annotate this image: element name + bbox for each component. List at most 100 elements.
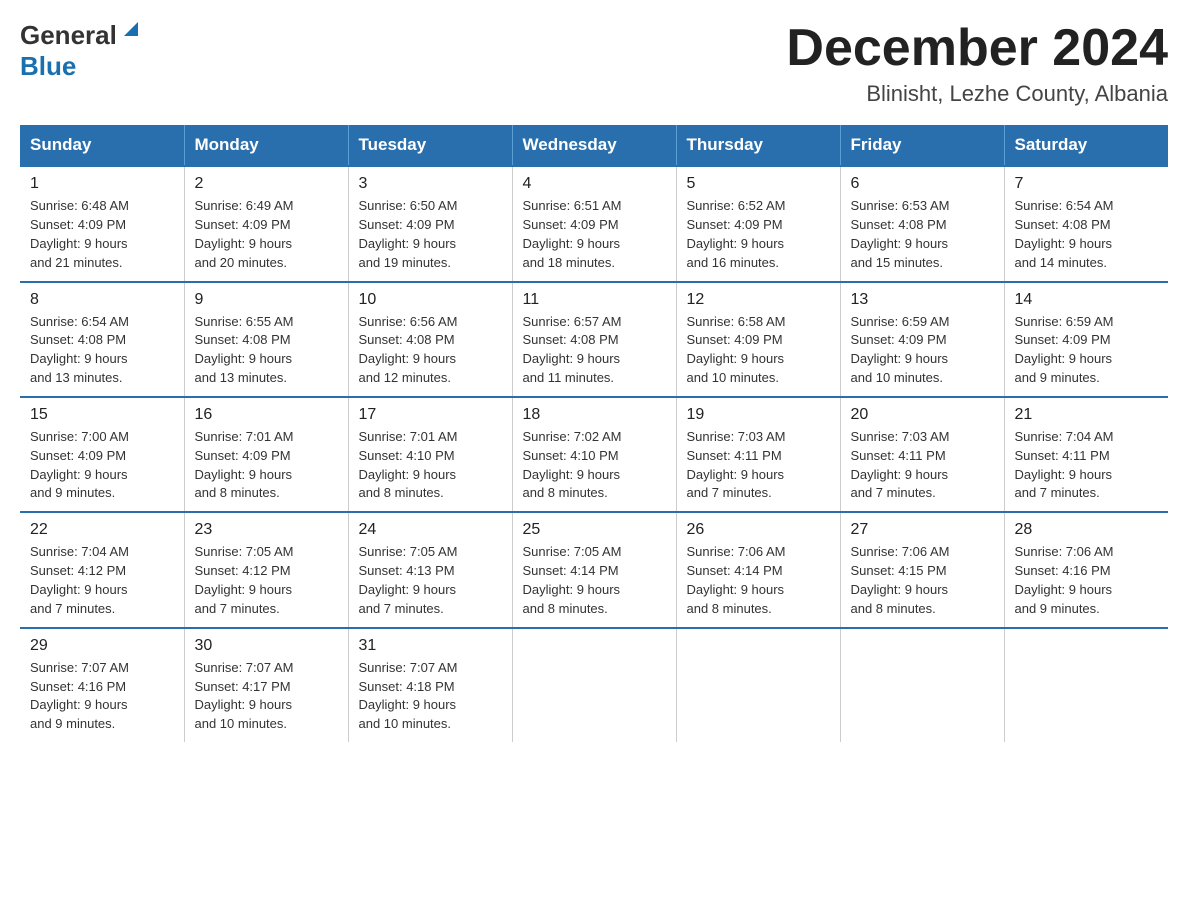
calendar-header-row: SundayMondayTuesdayWednesdayThursdayFrid…	[20, 125, 1168, 166]
calendar-week-row: 22 Sunrise: 7:04 AM Sunset: 4:12 PM Dayl…	[20, 512, 1168, 627]
day-number: 18	[523, 406, 666, 424]
day-number: 13	[851, 291, 994, 309]
table-row: 23 Sunrise: 7:05 AM Sunset: 4:12 PM Dayl…	[184, 512, 348, 627]
table-row: 25 Sunrise: 7:05 AM Sunset: 4:14 PM Dayl…	[512, 512, 676, 627]
table-row: 2 Sunrise: 6:49 AM Sunset: 4:09 PM Dayli…	[184, 166, 348, 281]
calendar-table: SundayMondayTuesdayWednesdayThursdayFrid…	[20, 125, 1168, 742]
day-info: Sunrise: 6:59 AM Sunset: 4:09 PM Dayligh…	[851, 313, 994, 388]
table-row: 11 Sunrise: 6:57 AM Sunset: 4:08 PM Dayl…	[512, 282, 676, 397]
table-row: 12 Sunrise: 6:58 AM Sunset: 4:09 PM Dayl…	[676, 282, 840, 397]
day-number: 14	[1015, 291, 1159, 309]
day-number: 25	[523, 521, 666, 539]
day-info: Sunrise: 7:04 AM Sunset: 4:11 PM Dayligh…	[1015, 428, 1159, 503]
day-number: 2	[195, 175, 338, 193]
table-row: 13 Sunrise: 6:59 AM Sunset: 4:09 PM Dayl…	[840, 282, 1004, 397]
table-row: 28 Sunrise: 7:06 AM Sunset: 4:16 PM Dayl…	[1004, 512, 1168, 627]
day-number: 16	[195, 406, 338, 424]
table-row: 6 Sunrise: 6:53 AM Sunset: 4:08 PM Dayli…	[840, 166, 1004, 281]
day-info: Sunrise: 7:06 AM Sunset: 4:15 PM Dayligh…	[851, 543, 994, 618]
day-number: 26	[687, 521, 830, 539]
table-row: 20 Sunrise: 7:03 AM Sunset: 4:11 PM Dayl…	[840, 397, 1004, 512]
day-number: 23	[195, 521, 338, 539]
day-info: Sunrise: 6:55 AM Sunset: 4:08 PM Dayligh…	[195, 313, 338, 388]
day-number: 10	[359, 291, 502, 309]
day-info: Sunrise: 6:51 AM Sunset: 4:09 PM Dayligh…	[523, 197, 666, 272]
table-row: 30 Sunrise: 7:07 AM Sunset: 4:17 PM Dayl…	[184, 628, 348, 742]
day-info: Sunrise: 7:05 AM Sunset: 4:13 PM Dayligh…	[359, 543, 502, 618]
table-row: 16 Sunrise: 7:01 AM Sunset: 4:09 PM Dayl…	[184, 397, 348, 512]
day-info: Sunrise: 7:04 AM Sunset: 4:12 PM Dayligh…	[30, 543, 174, 618]
calendar-week-row: 8 Sunrise: 6:54 AM Sunset: 4:08 PM Dayli…	[20, 282, 1168, 397]
day-info: Sunrise: 7:00 AM Sunset: 4:09 PM Dayligh…	[30, 428, 174, 503]
title-block: December 2024 Blinisht, Lezhe County, Al…	[786, 20, 1168, 107]
logo-arrow-icon	[120, 18, 142, 45]
table-row: 27 Sunrise: 7:06 AM Sunset: 4:15 PM Dayl…	[840, 512, 1004, 627]
table-row	[512, 628, 676, 742]
day-number: 11	[523, 291, 666, 309]
table-row: 21 Sunrise: 7:04 AM Sunset: 4:11 PM Dayl…	[1004, 397, 1168, 512]
table-row: 24 Sunrise: 7:05 AM Sunset: 4:13 PM Dayl…	[348, 512, 512, 627]
day-number: 1	[30, 175, 174, 193]
calendar-week-row: 29 Sunrise: 7:07 AM Sunset: 4:16 PM Dayl…	[20, 628, 1168, 742]
day-number: 5	[687, 175, 830, 193]
table-row: 1 Sunrise: 6:48 AM Sunset: 4:09 PM Dayli…	[20, 166, 184, 281]
day-number: 28	[1015, 521, 1159, 539]
day-number: 27	[851, 521, 994, 539]
table-row: 7 Sunrise: 6:54 AM Sunset: 4:08 PM Dayli…	[1004, 166, 1168, 281]
day-info: Sunrise: 6:54 AM Sunset: 4:08 PM Dayligh…	[30, 313, 174, 388]
day-info: Sunrise: 6:59 AM Sunset: 4:09 PM Dayligh…	[1015, 313, 1159, 388]
day-info: Sunrise: 7:07 AM Sunset: 4:16 PM Dayligh…	[30, 659, 174, 734]
day-info: Sunrise: 6:49 AM Sunset: 4:09 PM Dayligh…	[195, 197, 338, 272]
day-number: 12	[687, 291, 830, 309]
table-row: 10 Sunrise: 6:56 AM Sunset: 4:08 PM Dayl…	[348, 282, 512, 397]
calendar-week-row: 1 Sunrise: 6:48 AM Sunset: 4:09 PM Dayli…	[20, 166, 1168, 281]
table-row: 14 Sunrise: 6:59 AM Sunset: 4:09 PM Dayl…	[1004, 282, 1168, 397]
day-number: 8	[30, 291, 174, 309]
day-number: 21	[1015, 406, 1159, 424]
day-of-week-friday: Friday	[840, 125, 1004, 166]
table-row: 5 Sunrise: 6:52 AM Sunset: 4:09 PM Dayli…	[676, 166, 840, 281]
day-number: 9	[195, 291, 338, 309]
day-number: 3	[359, 175, 502, 193]
day-number: 4	[523, 175, 666, 193]
table-row: 18 Sunrise: 7:02 AM Sunset: 4:10 PM Dayl…	[512, 397, 676, 512]
day-number: 15	[30, 406, 174, 424]
logo-blue: Blue	[20, 51, 76, 81]
table-row: 3 Sunrise: 6:50 AM Sunset: 4:09 PM Dayli…	[348, 166, 512, 281]
table-row: 4 Sunrise: 6:51 AM Sunset: 4:09 PM Dayli…	[512, 166, 676, 281]
day-info: Sunrise: 6:50 AM Sunset: 4:09 PM Dayligh…	[359, 197, 502, 272]
table-row: 15 Sunrise: 7:00 AM Sunset: 4:09 PM Dayl…	[20, 397, 184, 512]
day-info: Sunrise: 7:05 AM Sunset: 4:12 PM Dayligh…	[195, 543, 338, 618]
day-info: Sunrise: 6:48 AM Sunset: 4:09 PM Dayligh…	[30, 197, 174, 272]
day-of-week-saturday: Saturday	[1004, 125, 1168, 166]
day-number: 29	[30, 637, 174, 655]
day-info: Sunrise: 7:05 AM Sunset: 4:14 PM Dayligh…	[523, 543, 666, 618]
day-number: 17	[359, 406, 502, 424]
day-info: Sunrise: 7:06 AM Sunset: 4:14 PM Dayligh…	[687, 543, 830, 618]
day-number: 30	[195, 637, 338, 655]
day-number: 24	[359, 521, 502, 539]
day-number: 31	[359, 637, 502, 655]
day-info: Sunrise: 7:07 AM Sunset: 4:18 PM Dayligh…	[359, 659, 502, 734]
day-info: Sunrise: 7:01 AM Sunset: 4:10 PM Dayligh…	[359, 428, 502, 503]
table-row: 8 Sunrise: 6:54 AM Sunset: 4:08 PM Dayli…	[20, 282, 184, 397]
day-info: Sunrise: 6:58 AM Sunset: 4:09 PM Dayligh…	[687, 313, 830, 388]
table-row	[1004, 628, 1168, 742]
day-info: Sunrise: 7:07 AM Sunset: 4:17 PM Dayligh…	[195, 659, 338, 734]
day-info: Sunrise: 7:06 AM Sunset: 4:16 PM Dayligh…	[1015, 543, 1159, 618]
day-info: Sunrise: 6:53 AM Sunset: 4:08 PM Dayligh…	[851, 197, 994, 272]
day-info: Sunrise: 6:54 AM Sunset: 4:08 PM Dayligh…	[1015, 197, 1159, 272]
day-of-week-monday: Monday	[184, 125, 348, 166]
day-number: 20	[851, 406, 994, 424]
location-title: Blinisht, Lezhe County, Albania	[786, 81, 1168, 107]
day-info: Sunrise: 6:56 AM Sunset: 4:08 PM Dayligh…	[359, 313, 502, 388]
day-of-week-tuesday: Tuesday	[348, 125, 512, 166]
day-number: 7	[1015, 175, 1159, 193]
page-header: General Blue December 2024 Blinisht, Lez…	[20, 20, 1168, 107]
day-info: Sunrise: 6:57 AM Sunset: 4:08 PM Dayligh…	[523, 313, 666, 388]
logo: General Blue	[20, 20, 142, 86]
day-info: Sunrise: 7:03 AM Sunset: 4:11 PM Dayligh…	[687, 428, 830, 503]
table-row: 31 Sunrise: 7:07 AM Sunset: 4:18 PM Dayl…	[348, 628, 512, 742]
day-of-week-thursday: Thursday	[676, 125, 840, 166]
table-row: 26 Sunrise: 7:06 AM Sunset: 4:14 PM Dayl…	[676, 512, 840, 627]
